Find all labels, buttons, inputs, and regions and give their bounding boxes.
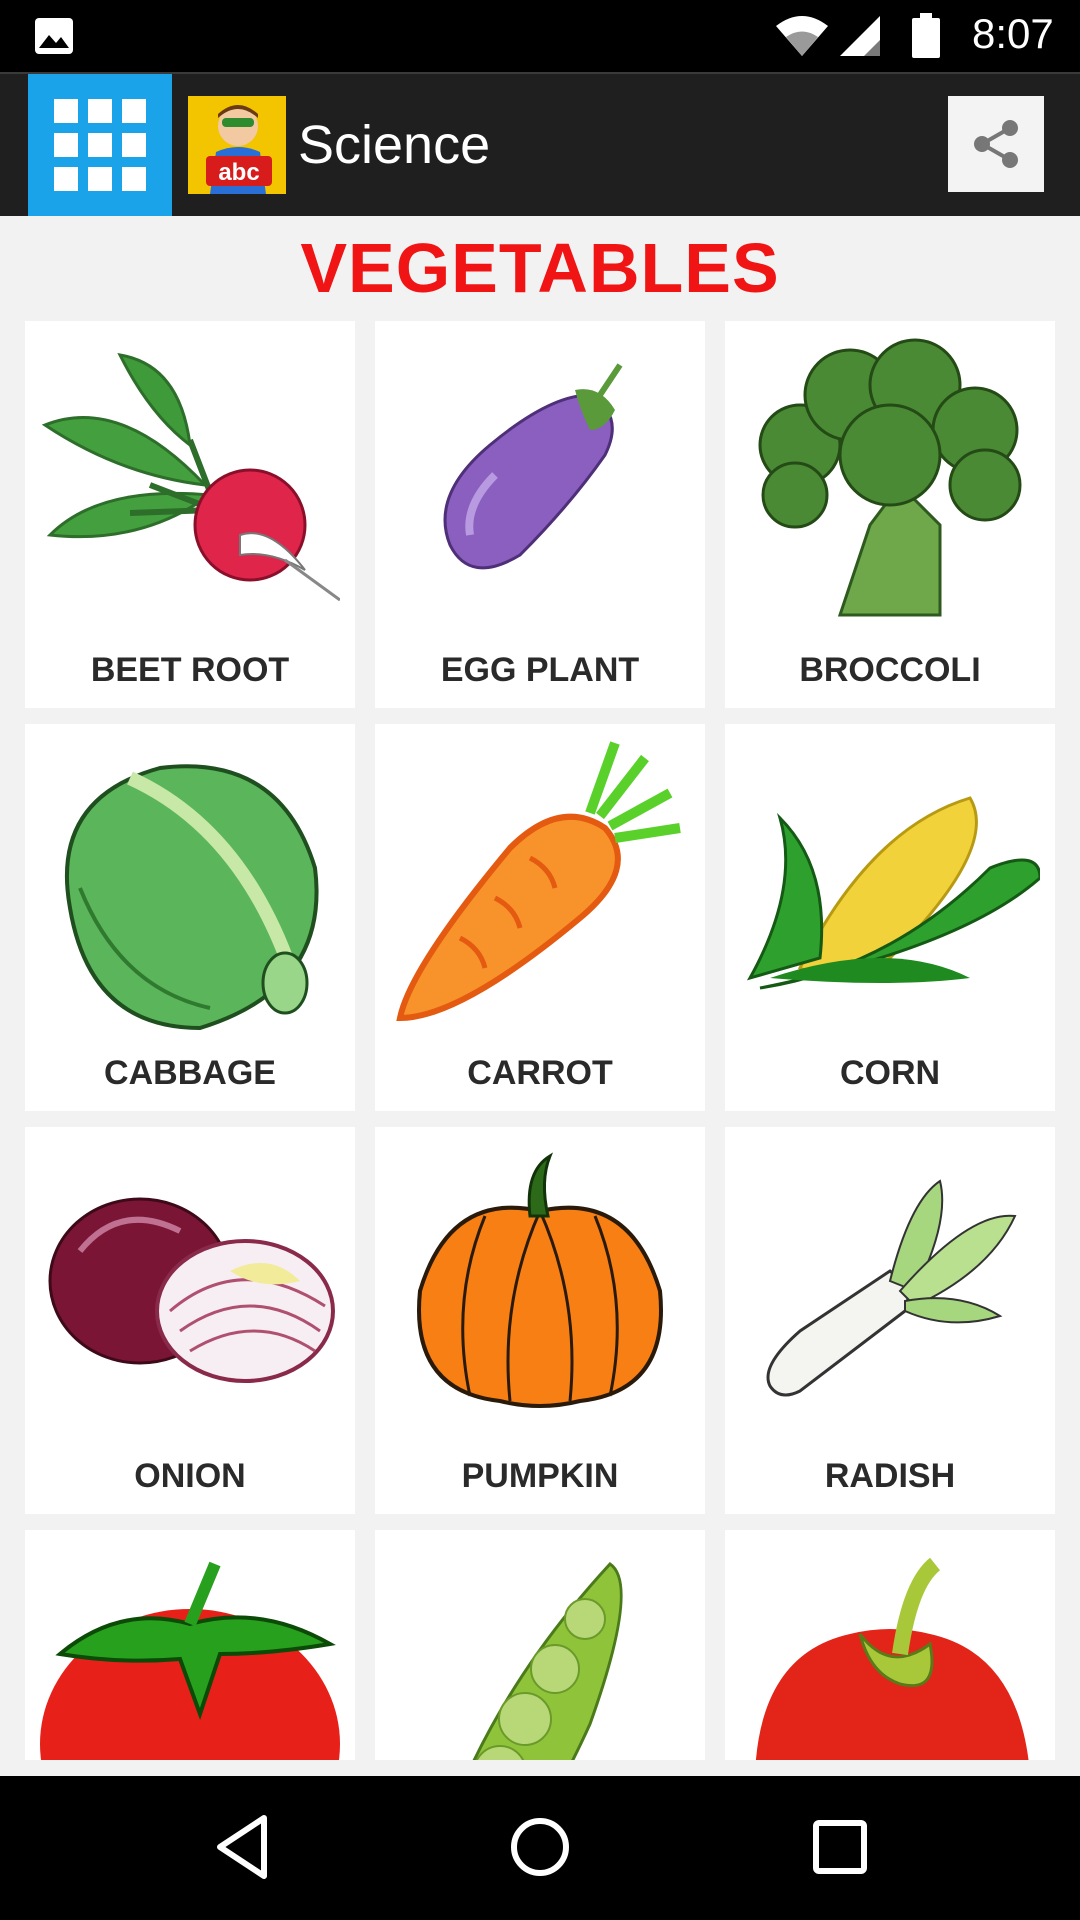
- card-label: CABBAGE: [104, 1054, 276, 1092]
- app-logo: abc: [188, 96, 286, 194]
- onion-icon: [48, 1197, 335, 1383]
- vegetable-card[interactable]: CORN: [725, 724, 1055, 1111]
- pumpkin-icon: [417, 1152, 663, 1408]
- cabbage-icon: [64, 764, 319, 1031]
- status-time: 8:07: [972, 10, 1054, 57]
- home-icon[interactable]: [508, 1812, 572, 1882]
- vegetable-card[interactable]: ONION: [25, 1127, 355, 1514]
- tomato-icon: [40, 1561, 340, 1760]
- section-title: VEGETABLES: [300, 229, 780, 307]
- vegetable-card[interactable]: CARROT: [375, 724, 705, 1111]
- share-button[interactable]: [948, 96, 1044, 192]
- vegetable-card[interactable]: RADISH: [725, 1127, 1055, 1514]
- app-bar: abc Science: [0, 72, 1080, 216]
- status-bar: 8:07: [0, 0, 1080, 72]
- radish-icon: [766, 1179, 1017, 1397]
- vegetable-card[interactable]: BEET ROOT: [25, 321, 355, 708]
- vegetable-card[interactable]: PUMPKIN: [375, 1127, 705, 1514]
- vegetable-card[interactable]: [725, 1530, 1055, 1760]
- card-label: BROCCOLI: [799, 651, 981, 689]
- card-label: EGG PLANT: [440, 651, 640, 689]
- navigation-bar: [0, 1776, 1080, 1920]
- logo-text: abc: [218, 159, 259, 186]
- broccoli-icon: [758, 338, 1022, 617]
- wifi-icon: [776, 16, 828, 56]
- card-label: RADISH: [824, 1457, 956, 1495]
- card-label: CORN: [839, 1054, 941, 1092]
- app-title: Science: [298, 115, 491, 175]
- back-icon[interactable]: [212, 1812, 272, 1882]
- vegetable-grid: BEET ROOT EGG PLANT BROCCOLI CABBAGE CAR…: [25, 321, 1055, 1760]
- battery-icon: [912, 13, 940, 58]
- vegetable-card[interactable]: CABBAGE: [25, 724, 355, 1111]
- card-label: BEET ROOT: [90, 651, 290, 689]
- recents-icon[interactable]: [812, 1812, 868, 1882]
- vegetable-card[interactable]: [375, 1530, 705, 1760]
- eggplant-icon: [443, 363, 623, 570]
- card-label: CARROT: [467, 1054, 613, 1092]
- carrot-icon: [396, 741, 681, 1022]
- gallery-icon: [35, 18, 73, 54]
- share-icon: [974, 120, 1018, 168]
- vegetable-card[interactable]: BROCCOLI: [725, 321, 1055, 708]
- card-label: ONION: [134, 1457, 246, 1495]
- grid-icon: [54, 99, 146, 191]
- card-label: PUMPKIN: [461, 1457, 619, 1495]
- bell-pepper-icon: [755, 1557, 1029, 1760]
- vegetable-card[interactable]: EGG PLANT: [375, 321, 705, 708]
- corn-icon: [746, 796, 1040, 990]
- vegetable-card[interactable]: [25, 1530, 355, 1760]
- signal-icon: [840, 16, 880, 56]
- peas-icon: [472, 1562, 623, 1760]
- beetroot-icon: [41, 353, 340, 602]
- menu-grid-button[interactable]: [28, 74, 172, 216]
